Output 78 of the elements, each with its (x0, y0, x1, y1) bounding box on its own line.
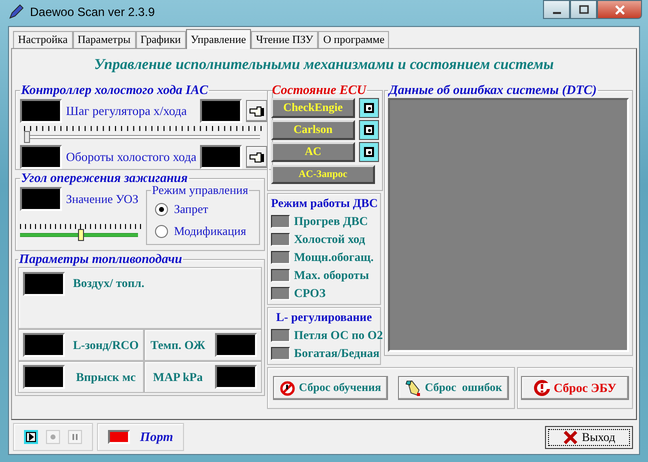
field-label: Воздух/ топл. (73, 276, 144, 291)
value-display (23, 365, 65, 389)
group-title: Параметры топливоподачи (18, 251, 184, 267)
value-display (215, 333, 257, 357)
value-display (23, 272, 65, 296)
field-label: Значение УОЗ (66, 192, 140, 206)
group-title: Данные об ошибках системы (DTC) (388, 82, 598, 98)
maximize-icon (578, 4, 590, 14)
tab[interactable]: Параметры (72, 31, 136, 48)
pause-icon (71, 433, 79, 441)
value-display (200, 99, 242, 123)
value-display (23, 333, 65, 357)
status-label: Мощн.обогащ. (294, 250, 374, 264)
pencil-icon (404, 380, 421, 396)
status-label: Холостой ход (294, 232, 366, 246)
reset-button[interactable]: Сброс ЭБУ (520, 376, 630, 400)
section-title: Режим работы ДВС (271, 196, 377, 211)
minimize-icon (552, 12, 560, 14)
page-heading: Управление исполнительными механизмами и состоянием системы (93, 56, 555, 75)
toggle-button[interactable] (359, 98, 379, 118)
field-label: Обороты холостого хода (66, 150, 196, 164)
field-label: L-зонд/RCO (73, 338, 139, 352)
status-label: Max. обороты (294, 268, 369, 282)
status-button[interactable]: Carlson (271, 120, 355, 140)
status-label: Петля ОС по О2 (294, 328, 383, 342)
window-title: Daewoo Scan ver 2.3.9 (30, 5, 155, 19)
group-title: Угол опережения зажигания (20, 170, 189, 186)
no-entry-icon (280, 380, 295, 396)
toggle-button[interactable] (359, 120, 379, 140)
close-icon (562, 430, 578, 444)
minimize-button[interactable] (543, 0, 570, 19)
slider-thumb[interactable] (78, 229, 84, 241)
value-display (20, 145, 62, 169)
status-label: Прогрев ДВС (294, 214, 368, 228)
group-title: Контроллер холостого хода IAC (20, 82, 210, 98)
refresh-icon (534, 380, 550, 396)
field-label: Темп. ОЖ (149, 338, 206, 352)
reset-button[interactable]: Сброс обучения (272, 376, 388, 400)
tab[interactable]: Управление (186, 29, 251, 49)
pointing-hand-button[interactable] (246, 146, 268, 168)
pointing-hand-icon (249, 151, 266, 163)
play-icon (27, 433, 35, 441)
pointing-hand-button[interactable] (246, 100, 268, 122)
tab[interactable]: Настройка (13, 31, 73, 48)
value-display (20, 99, 62, 123)
section-title: L- регулирование (275, 310, 373, 325)
field-label: Впрыск мс (75, 370, 137, 384)
radio-circle[interactable] (155, 224, 168, 238)
tab[interactable]: Графики (136, 31, 186, 48)
pointing-hand-icon (249, 105, 266, 117)
status-button[interactable]: AC (271, 142, 355, 162)
value-display (215, 365, 257, 389)
tab[interactable]: О программе (318, 31, 390, 48)
toggle-button[interactable] (359, 142, 379, 162)
status-label: Богатая/Бедная (294, 346, 380, 360)
exit-button[interactable]: Выход (545, 426, 633, 448)
radio-button[interactable]: Модификация (151, 220, 255, 242)
value-display (20, 187, 62, 211)
pen-icon (8, 4, 24, 20)
port-label: Порт (140, 429, 174, 445)
status-button[interactable]: AC-Запрос (271, 165, 375, 184)
play-button[interactable] (24, 430, 38, 444)
status-button[interactable]: CheckEngie (271, 98, 355, 118)
slider-thumb[interactable] (24, 131, 30, 143)
status-label: СРОЗ (294, 286, 326, 300)
close-button[interactable] (597, 0, 642, 19)
field-label: MAP kPa (152, 370, 204, 384)
radio-circle[interactable] (155, 202, 168, 216)
field-label: Шаг регулятора х/хода (66, 104, 188, 118)
reset-button[interactable]: Сброс ошибок (398, 376, 510, 400)
group-title: Состояние ECU (271, 82, 368, 98)
maximize-button[interactable] (570, 0, 597, 19)
group-title: Режим управления (151, 183, 250, 198)
radio-button[interactable]: Запрет (151, 198, 255, 220)
value-display (200, 145, 242, 169)
tab[interactable]: Чтение ПЗУ (250, 31, 318, 48)
close-icon (614, 4, 626, 14)
stop-icon (49, 433, 57, 441)
